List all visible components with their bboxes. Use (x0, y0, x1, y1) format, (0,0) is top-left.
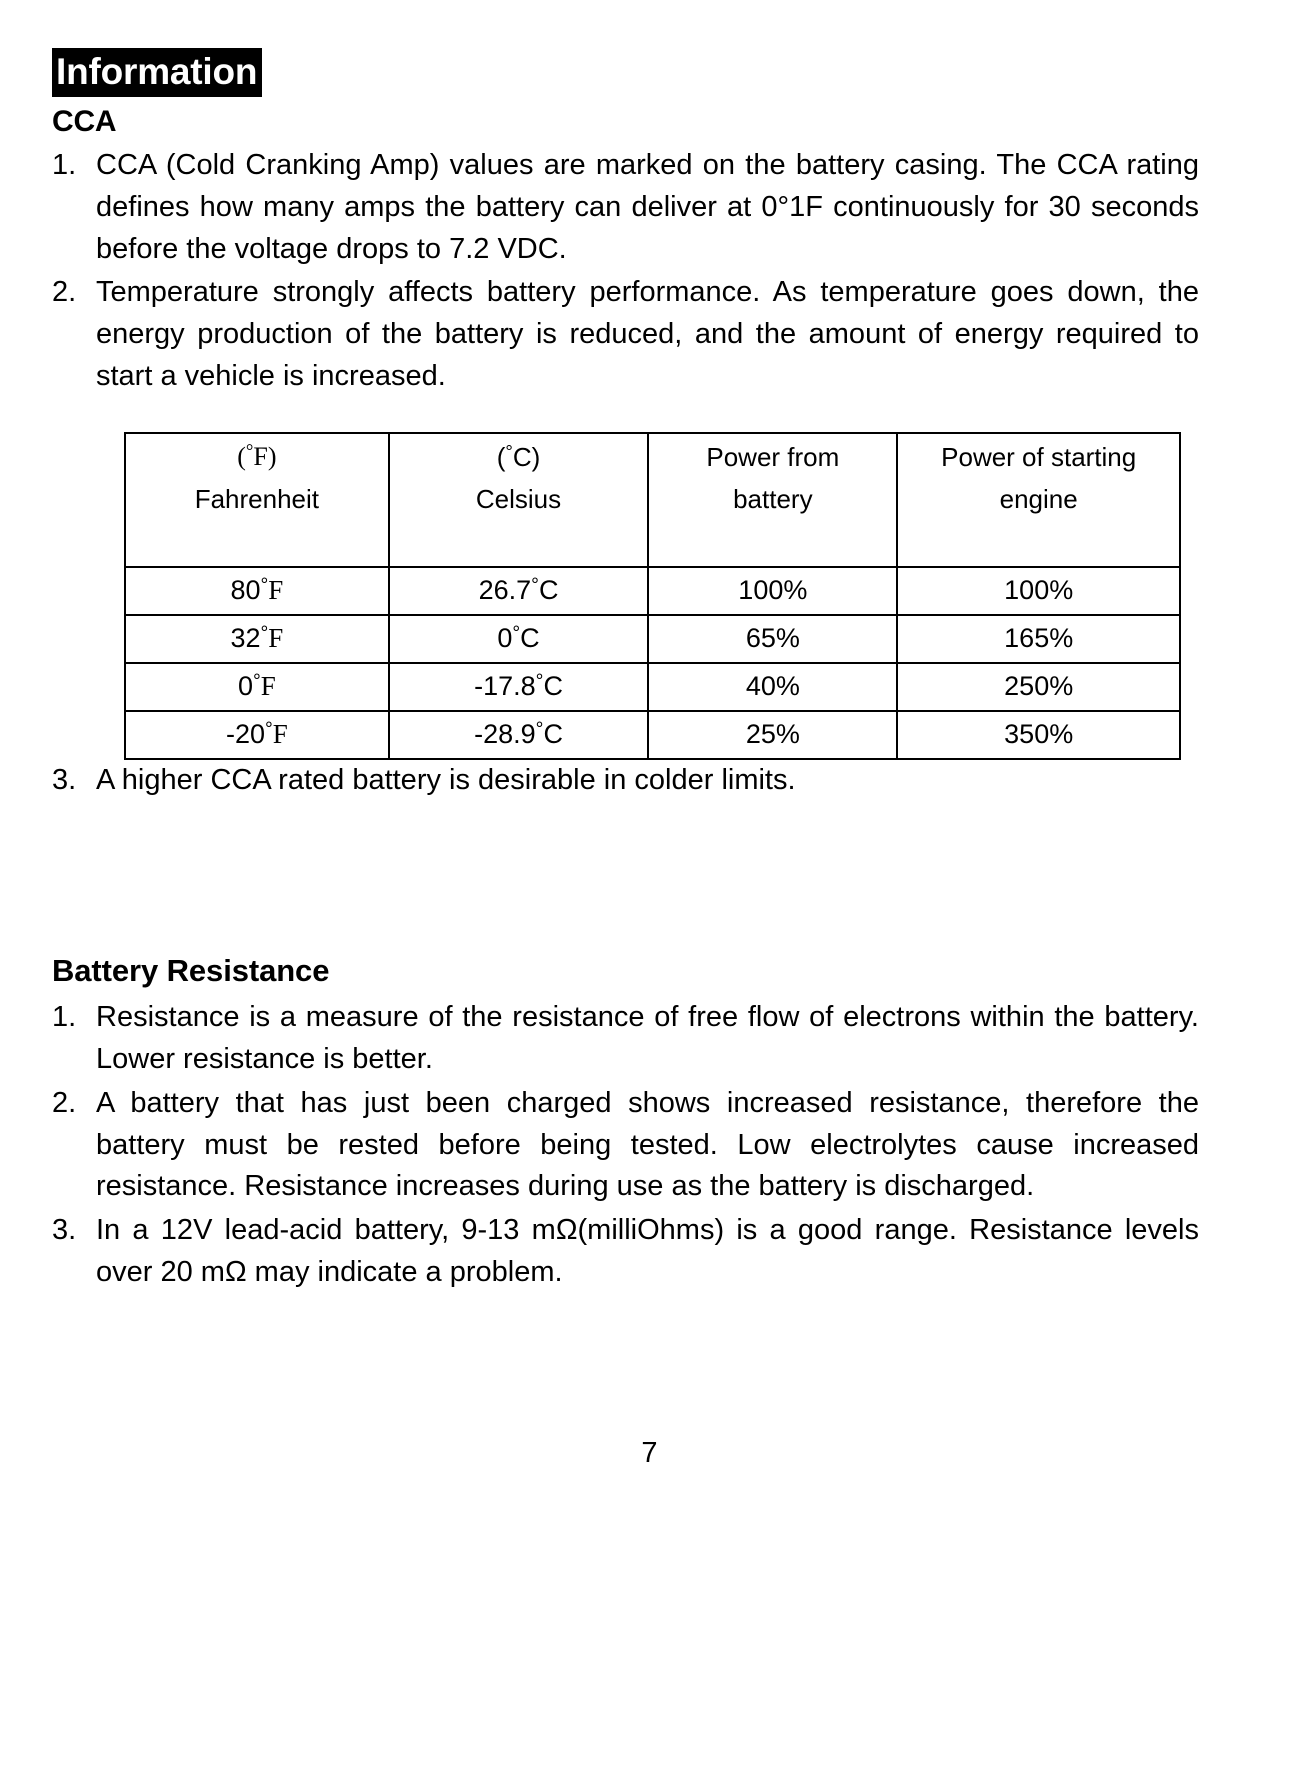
cell-fahrenheit: 80°F (124, 565, 390, 616)
list-item-text: CCA (Cold Cranking Amp) values are marke… (96, 149, 1199, 265)
column-header-power-from-battery: Power from battery (647, 431, 899, 568)
column-header-name: engine (999, 483, 1078, 514)
list-marker: 1. (52, 1001, 77, 1034)
column-header-power-of-starting-engine: Power of starting engine (896, 431, 1181, 568)
cca-heading: CCA (52, 105, 117, 139)
column-header-unit: (°C) (496, 440, 541, 472)
cell-celsius: -17.8°C (387, 661, 650, 712)
cell-fahrenheit: 32°F (124, 613, 390, 664)
table-header-row: (°F) Fahrenheit (°C) Celsius Power from … (124, 431, 1181, 568)
column-header-name: Fahrenheit (194, 483, 320, 514)
table-body: 80°F 26.7°C 100% 100% 32°F 0°C 65% 165% … (124, 565, 1181, 760)
cca-temperature-table-wrap: (°F) Fahrenheit (°C) Celsius Power from … (52, 431, 1199, 760)
cca-list: 1. CCA (Cold Cranking Amp) values are ma… (52, 145, 1199, 398)
cell-power-engine: 250% (896, 661, 1181, 712)
list-marker: 2. (52, 1086, 77, 1119)
list-item: 1. CCA (Cold Cranking Amp) values are ma… (52, 145, 1199, 270)
list-item: 3. In a 12V lead-acid battery, 9-13 mΩ(m… (52, 1210, 1199, 1294)
cell-power-battery: 40% (647, 661, 899, 712)
cell-celsius: 0°C (387, 613, 650, 664)
column-header-unit: (°F) (237, 440, 277, 471)
list-item: 2. A battery that has just been charged … (52, 1083, 1199, 1208)
column-header-unit: Power from (706, 441, 840, 472)
cell-power-battery: 65% (647, 613, 899, 664)
list-item: 2. Temperature strongly affects battery … (52, 272, 1199, 397)
battery-resistance-list: 1. Resistance is a measure of the resist… (52, 997, 1199, 1293)
table-head: (°F) Fahrenheit (°C) Celsius Power from … (124, 431, 1181, 568)
cell-power-engine: 100% (896, 565, 1181, 616)
table-row: 80°F 26.7°C 100% 100% (124, 565, 1181, 616)
cell-power-battery: 100% (647, 565, 899, 616)
column-header-celsius: (°C) Celsius (387, 431, 650, 568)
cca-list-continued: 3. A higher CCA rated battery is desirab… (52, 760, 1199, 802)
list-item-text: Resistance is a measure of the resistanc… (96, 1001, 1199, 1076)
column-header-name: Celsius (475, 483, 562, 514)
cell-power-engine: 350% (896, 709, 1181, 760)
document-page: Information CCA 1. CCA (Cold Cranking Am… (0, 0, 1299, 1772)
cell-fahrenheit: -20°F (124, 709, 390, 760)
table-row: -20°F -28.9°C 25% 350% (124, 709, 1181, 760)
list-item-text: Temperature strongly affects battery per… (96, 276, 1199, 392)
battery-resistance-heading: Battery Resistance (52, 953, 330, 989)
page-number: 7 (641, 1437, 658, 1469)
list-item-text: A higher CCA rated battery is desirable … (96, 763, 796, 796)
cell-power-engine: 165% (896, 613, 1181, 664)
cell-fahrenheit: 0°F (124, 661, 390, 712)
list-marker: 1. (52, 149, 77, 182)
column-header-fahrenheit: (°F) Fahrenheit (124, 431, 390, 568)
list-marker: 2. (52, 276, 77, 309)
column-header-name: battery (733, 483, 813, 514)
page-title: Information (52, 48, 263, 98)
list-item-text: A battery that has just been charged sho… (96, 1086, 1199, 1203)
table-row: 32°F 0°C 65% 165% (124, 613, 1181, 664)
list-item-text: In a 12V lead-acid battery, 9-13 mΩ(mill… (96, 1214, 1199, 1288)
table-row: 0°F -17.8°C 40% 250% (124, 661, 1181, 712)
list-marker: 3. (52, 763, 77, 796)
cell-power-battery: 25% (647, 709, 899, 760)
cell-celsius: 26.7°C (387, 565, 650, 616)
cca-temperature-table: (°F) Fahrenheit (°C) Celsius Power from … (124, 431, 1181, 760)
list-item: 1. Resistance is a measure of the resist… (52, 997, 1199, 1081)
list-marker: 3. (52, 1214, 77, 1247)
list-item: 3. A higher CCA rated battery is desirab… (52, 760, 1199, 802)
cell-celsius: -28.9°C (387, 709, 650, 760)
column-header-unit: Power of starting (941, 441, 1137, 472)
